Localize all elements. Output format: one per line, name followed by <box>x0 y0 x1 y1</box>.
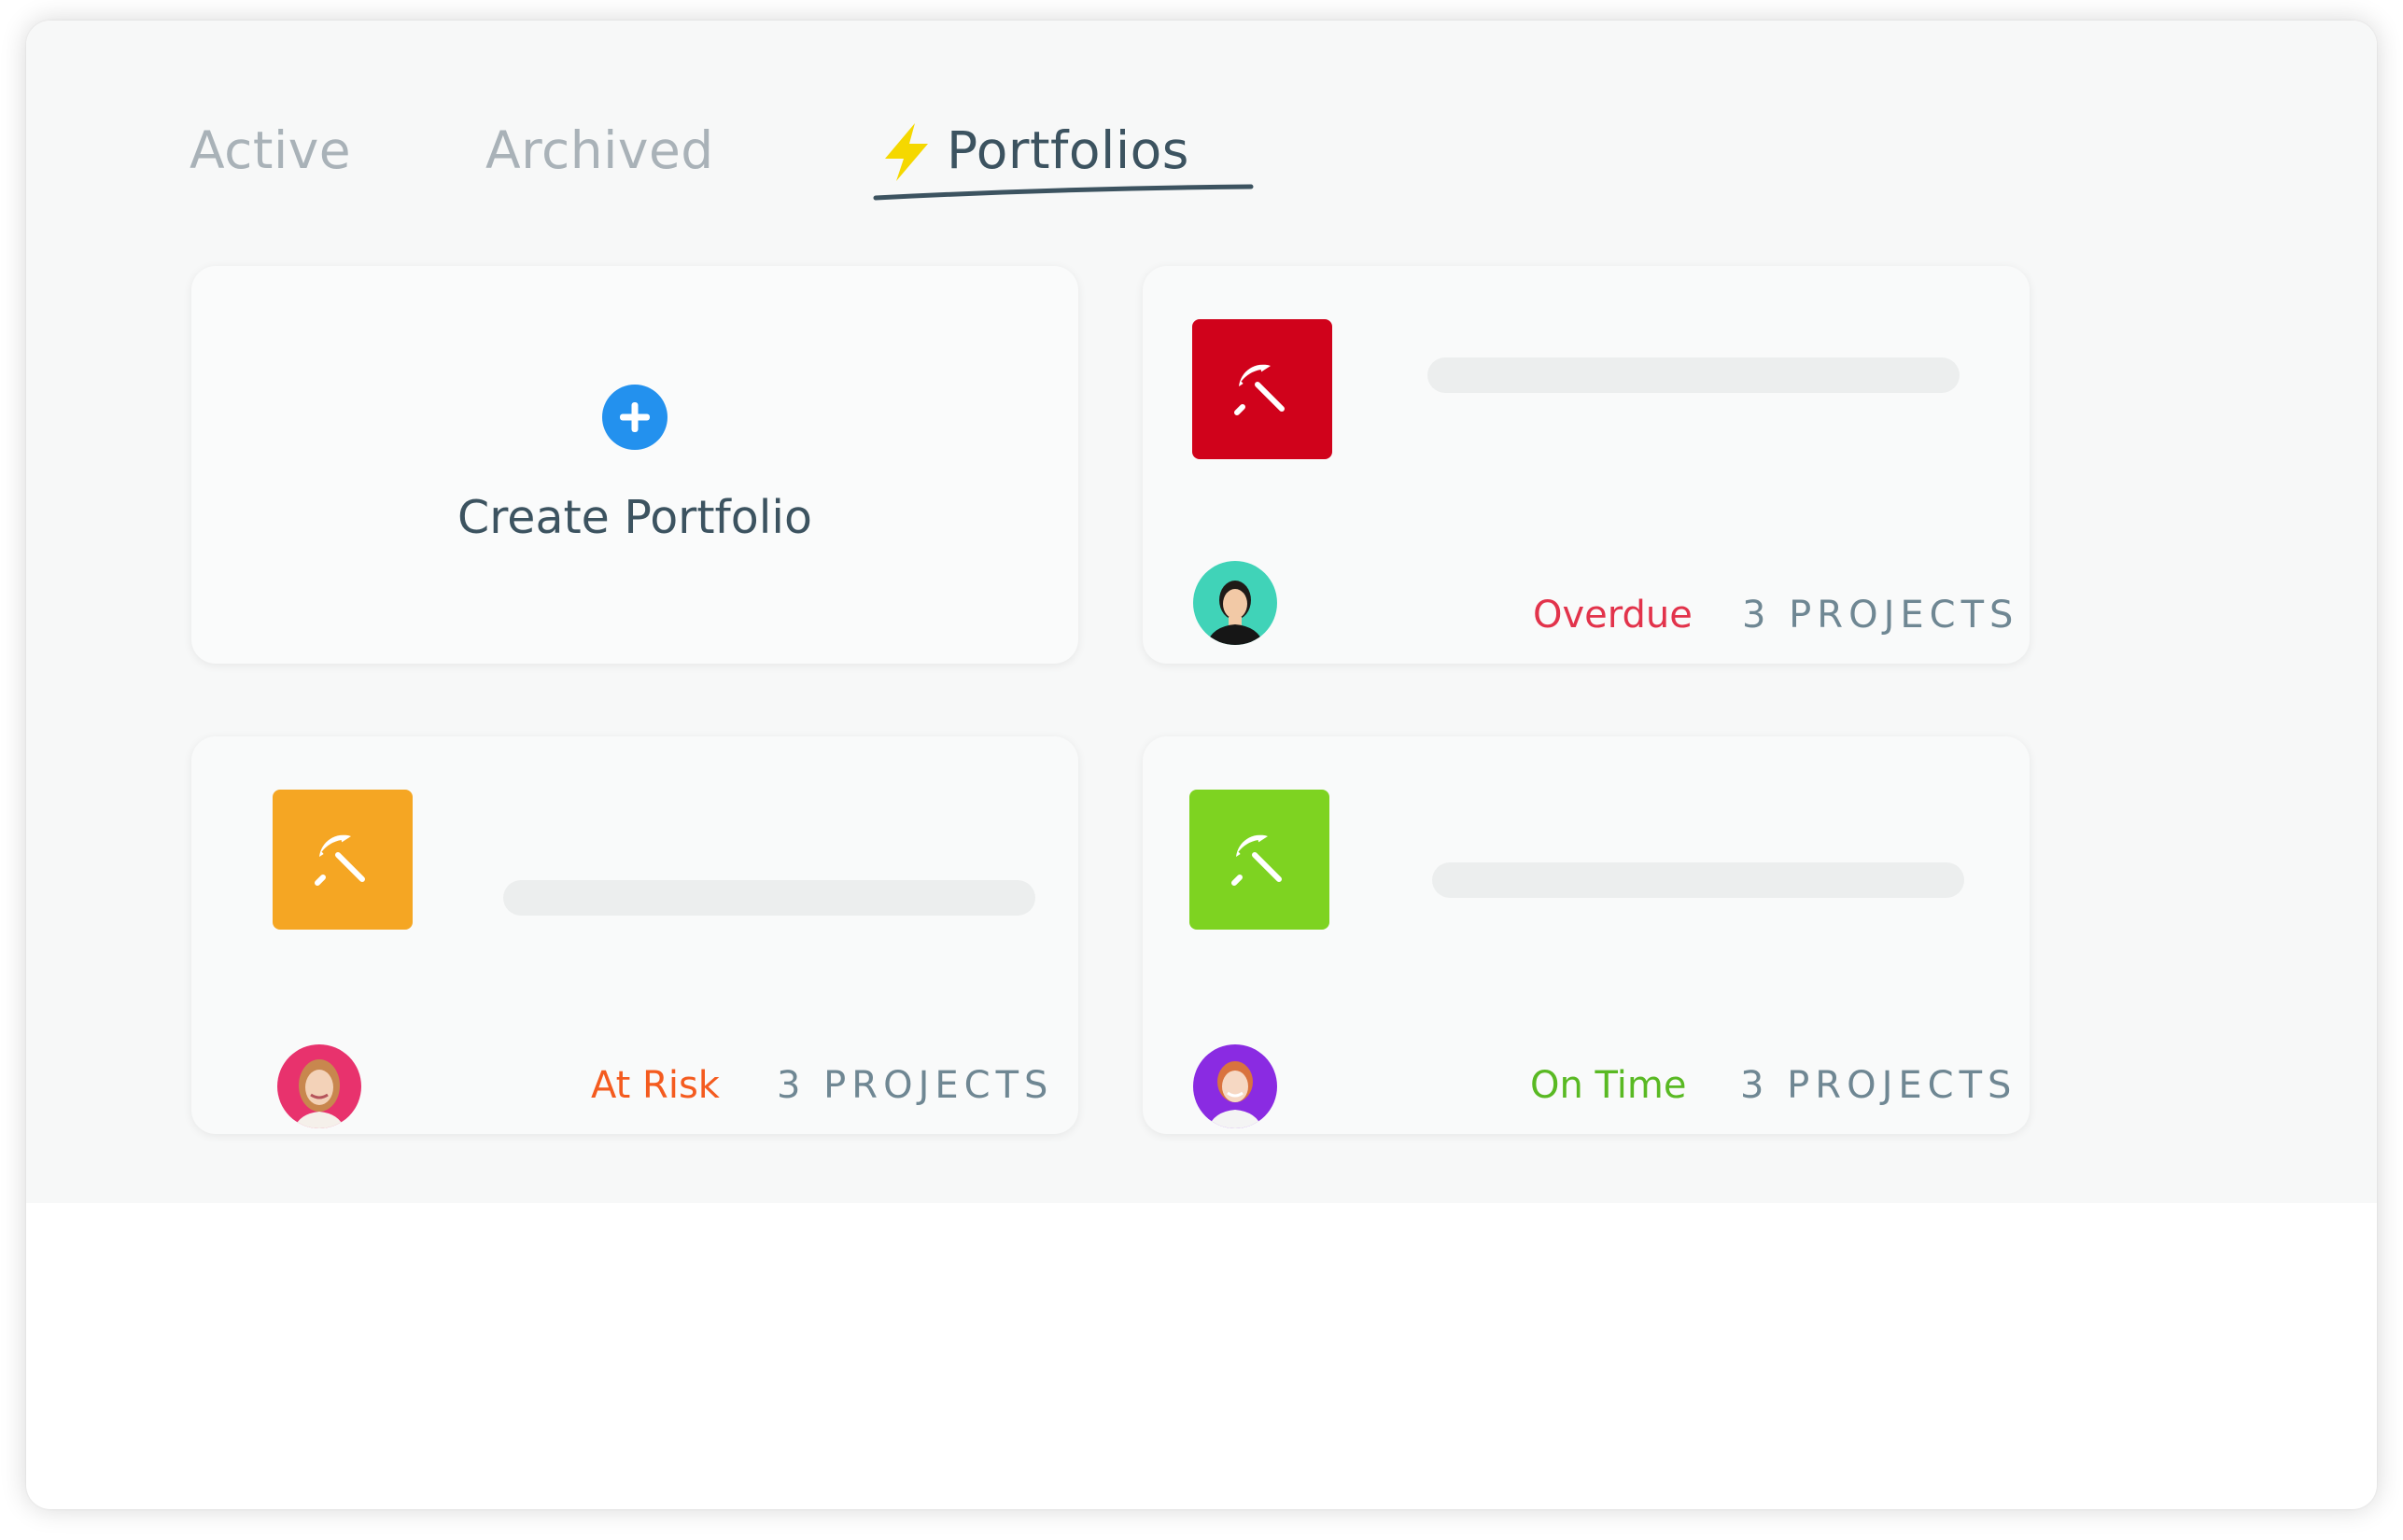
projects-count: 3 PROJECTS <box>1742 594 2019 637</box>
avatar-image <box>277 1044 361 1128</box>
create-portfolio-label: Create Portfolio <box>457 491 812 544</box>
avatar-image <box>1193 1044 1277 1128</box>
portfolio-title-placeholder <box>503 880 1035 916</box>
avatar[interactable] <box>1193 1044 1277 1128</box>
app-window: Active Archived Portfolios Create Portfo… <box>26 21 2377 1509</box>
portfolio-title-placeholder <box>1427 357 1960 393</box>
portfolio-icon-tile <box>1192 319 1332 459</box>
beach-umbrella-icon <box>1231 834 1282 886</box>
tab-selected-underline <box>873 184 1254 201</box>
create-portfolio-card[interactable]: Create Portfolio <box>191 266 1078 664</box>
status-label: Overdue <box>1533 594 1693 637</box>
beach-umbrella-icon <box>315 834 365 886</box>
tab-active[interactable]: Active <box>190 118 351 183</box>
tab-portfolios-label: Portfolios <box>947 120 1189 180</box>
status-label: At Risk <box>591 1064 720 1107</box>
tab-portfolios[interactable]: Portfolios <box>878 118 1189 183</box>
beach-umbrella-icon <box>1234 364 1285 415</box>
projects-count: 3 PROJECTS <box>777 1064 1054 1107</box>
portfolio-icon-tile <box>273 790 413 930</box>
avatar-image <box>1193 561 1277 645</box>
portfolio-board: Active Archived Portfolios Create Portfo… <box>26 21 2377 1203</box>
plus-circle-icon <box>602 385 668 450</box>
portfolio-card[interactable]: On Time 3 PROJECTS <box>1143 736 2030 1134</box>
status-label: On Time <box>1530 1064 1687 1107</box>
avatar[interactable] <box>277 1044 361 1128</box>
portfolio-title-placeholder <box>1432 862 1964 898</box>
portfolio-card[interactable]: At Risk 3 PROJECTS <box>191 736 1078 1134</box>
portfolio-card[interactable]: Overdue 3 PROJECTS <box>1143 266 2030 664</box>
portfolio-icon-tile <box>1189 790 1329 930</box>
projects-count: 3 PROJECTS <box>1740 1064 2017 1107</box>
avatar[interactable] <box>1193 561 1277 645</box>
tab-archived[interactable]: Archived <box>485 118 714 183</box>
